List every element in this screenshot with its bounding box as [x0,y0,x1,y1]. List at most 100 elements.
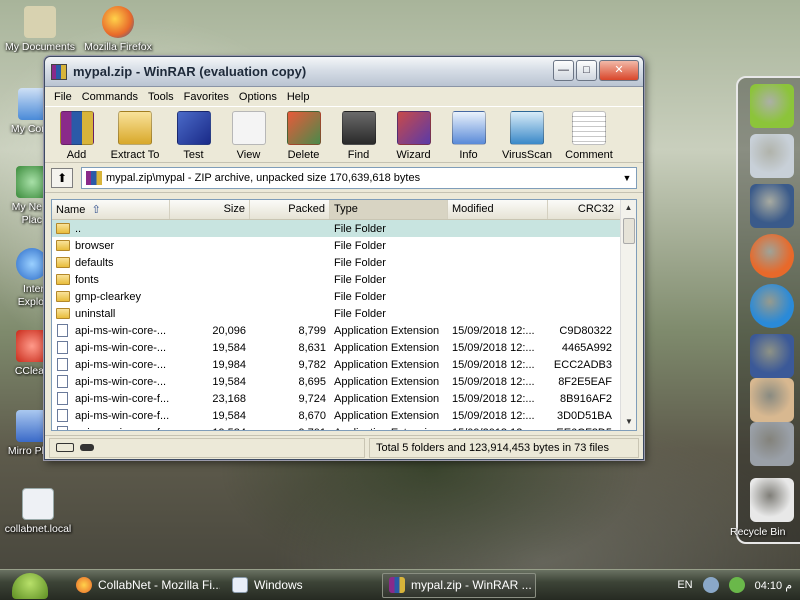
table-row[interactable]: api-ms-win-core-... 20,096 8,799 Applicatio… [52,322,636,339]
extract-to-button[interactable]: Extract To [104,111,166,162]
row-name: .. [52,223,170,235]
row-modified: 15/09/2018 12:... [452,409,535,422]
row-size: 23,168 [212,392,246,405]
folder-icon [56,274,70,285]
row-crc32: 3D0D51BA [556,409,612,422]
vertical-scrollbar[interactable]: ▲ ▼ [620,200,636,430]
info-button[interactable]: Info [441,111,496,162]
dock-recycle-bin-icon[interactable] [750,478,794,522]
security-icon[interactable] [728,577,745,593]
desktop-icon-collabnet[interactable]: collabnet.local [0,488,76,535]
desktop-icon-firefox[interactable]: Mozilla Firefox [80,6,156,53]
table-row[interactable]: defaults File Folder [52,254,636,271]
column-type[interactable]: Type [330,200,448,219]
test-button[interactable]: Test [166,111,221,162]
start-button[interactable] [0,570,58,600]
view-button[interactable]: View [221,111,276,162]
up-folder-button[interactable]: ⬆ [51,167,73,188]
dock-android-icon[interactable] [750,84,794,128]
maximize-button[interactable]: □ [576,60,597,81]
row-size: 19,584 [212,375,246,388]
table-row[interactable]: api-ms-win-core-... 19,584 8,631 Applicatio… [52,339,636,356]
dock-monitor-icon[interactable] [750,134,794,178]
language-indicator[interactable]: EN [677,579,692,591]
find-button[interactable]: Find [331,111,386,162]
file-icon [57,409,68,422]
address-field[interactable]: mypal.zip\mypal - ZIP archive, unpacked … [81,166,637,189]
scroll-down-icon[interactable]: ▼ [621,414,636,430]
drive-icon [56,443,74,452]
desktop-icon-my-documents[interactable]: My Documents [2,6,78,53]
row-name: uninstall [52,308,170,320]
column-modified[interactable]: Modified [448,200,548,219]
recycle-bin-label[interactable]: Recycle Bin [730,526,785,538]
dock-firefox-icon[interactable] [750,234,794,278]
task-windows[interactable]: Windows [226,573,376,598]
table-row[interactable]: api-ms-win-core-f... 19,584 8,670 Applicati… [52,407,636,424]
add-button[interactable]: Add [49,111,104,162]
desktop-icon-label: My Ne Plac [11,201,42,226]
dock-facebook-icon[interactable] [750,334,794,378]
firefox-icon [76,577,92,593]
chevron-down-icon[interactable]: ▼ [618,173,636,183]
sync-icon[interactable] [702,577,719,593]
folder-icon [56,308,70,319]
dock-support-agent-icon[interactable] [750,378,794,422]
column-size[interactable]: Size [170,200,250,219]
desktop-icon-label: Mozilla Firefox [84,41,152,53]
task-firefox[interactable]: CollabNet - Mozilla Fi... [70,573,220,598]
row-crc32: 8B916AF2 [560,392,612,405]
table-row[interactable]: api-ms-win-core-f...19,5849,701Applicati… [52,424,636,431]
scroll-up-icon[interactable]: ▲ [621,200,636,216]
column-crc32[interactable]: CRC32 [548,200,618,219]
column-name[interactable]: Name ⇧ [52,200,170,219]
table-row[interactable]: fonts File Folder [52,271,636,288]
delete-button[interactable]: Delete [276,111,331,162]
table-row[interactable]: .. File Folder [52,220,636,237]
desktop-icon-internet-explorer[interactable]: Inter Explo [0,248,48,309]
desktop-icon-network-places[interactable]: My Ne Plac [0,166,48,227]
dock-tablet-icon[interactable] [750,184,794,228]
close-button[interactable]: ✕ [599,60,639,81]
desktop-icon-label: Mirro Pl [7,445,44,457]
row-type: Application Extension [334,392,440,405]
table-row[interactable]: uninstall File Folder [52,305,636,322]
title-bar[interactable]: mypal.zip - WinRAR (evaluation copy) — □… [45,57,643,87]
clock[interactable]: 04:10 م [755,579,792,592]
table-row[interactable]: api-ms-win-core-... 19,984 9,782 Applicatio… [52,356,636,373]
menu-help[interactable]: Help [282,91,315,103]
scroll-thumb[interactable] [623,218,635,244]
row-name-text: api-ms-win-core-... [75,375,167,388]
column-packed[interactable]: Packed [250,200,330,219]
row-name-text: uninstall [75,307,116,320]
virusscan-button[interactable]: VirusScan [496,111,558,162]
table-row[interactable]: gmp-clearkey File Folder [52,288,636,305]
dock-internet-explorer-icon[interactable] [750,284,794,328]
info-label: Info [459,149,478,161]
row-packed: 8,799 [298,324,326,337]
menu-options[interactable]: Options [234,91,282,103]
row-type: File Folder [334,239,386,252]
table-row[interactable]: api-ms-win-core-... 19,584 8,695 Applicatio… [52,373,636,390]
table-row[interactable]: browser File Folder [52,237,636,254]
comment-button[interactable]: Comment [558,111,620,162]
desktop-icon-ccleaner[interactable]: CClea [0,330,48,377]
task-winrar[interactable]: mypal.zip - WinRAR ... [382,572,536,598]
menu-favorites[interactable]: Favorites [179,91,234,103]
extract-to-label: Extract To [110,149,160,161]
dock-settings-gear-icon[interactable] [750,422,794,466]
virusscan-icon [510,111,544,145]
minimize-button[interactable]: — [553,60,574,81]
file-rows: .. File Folder browser File Folder defaults F… [52,220,636,431]
desktop-icon-mirror-play[interactable]: Mirro Pl [0,410,48,457]
menu-file[interactable]: File [49,91,77,103]
row-name: browser [52,240,170,252]
wizard-icon [396,111,431,145]
wizard-button[interactable]: Wizard [386,111,441,162]
menu-commands[interactable]: Commands [77,91,143,103]
menu-tools[interactable]: Tools [143,91,179,103]
row-type: Application Extension [330,427,448,431]
key-icon [80,444,94,451]
row-name: api-ms-win-core-f... [52,409,170,422]
table-row[interactable]: api-ms-win-core-f... 23,168 9,724 Applicati… [52,390,636,407]
